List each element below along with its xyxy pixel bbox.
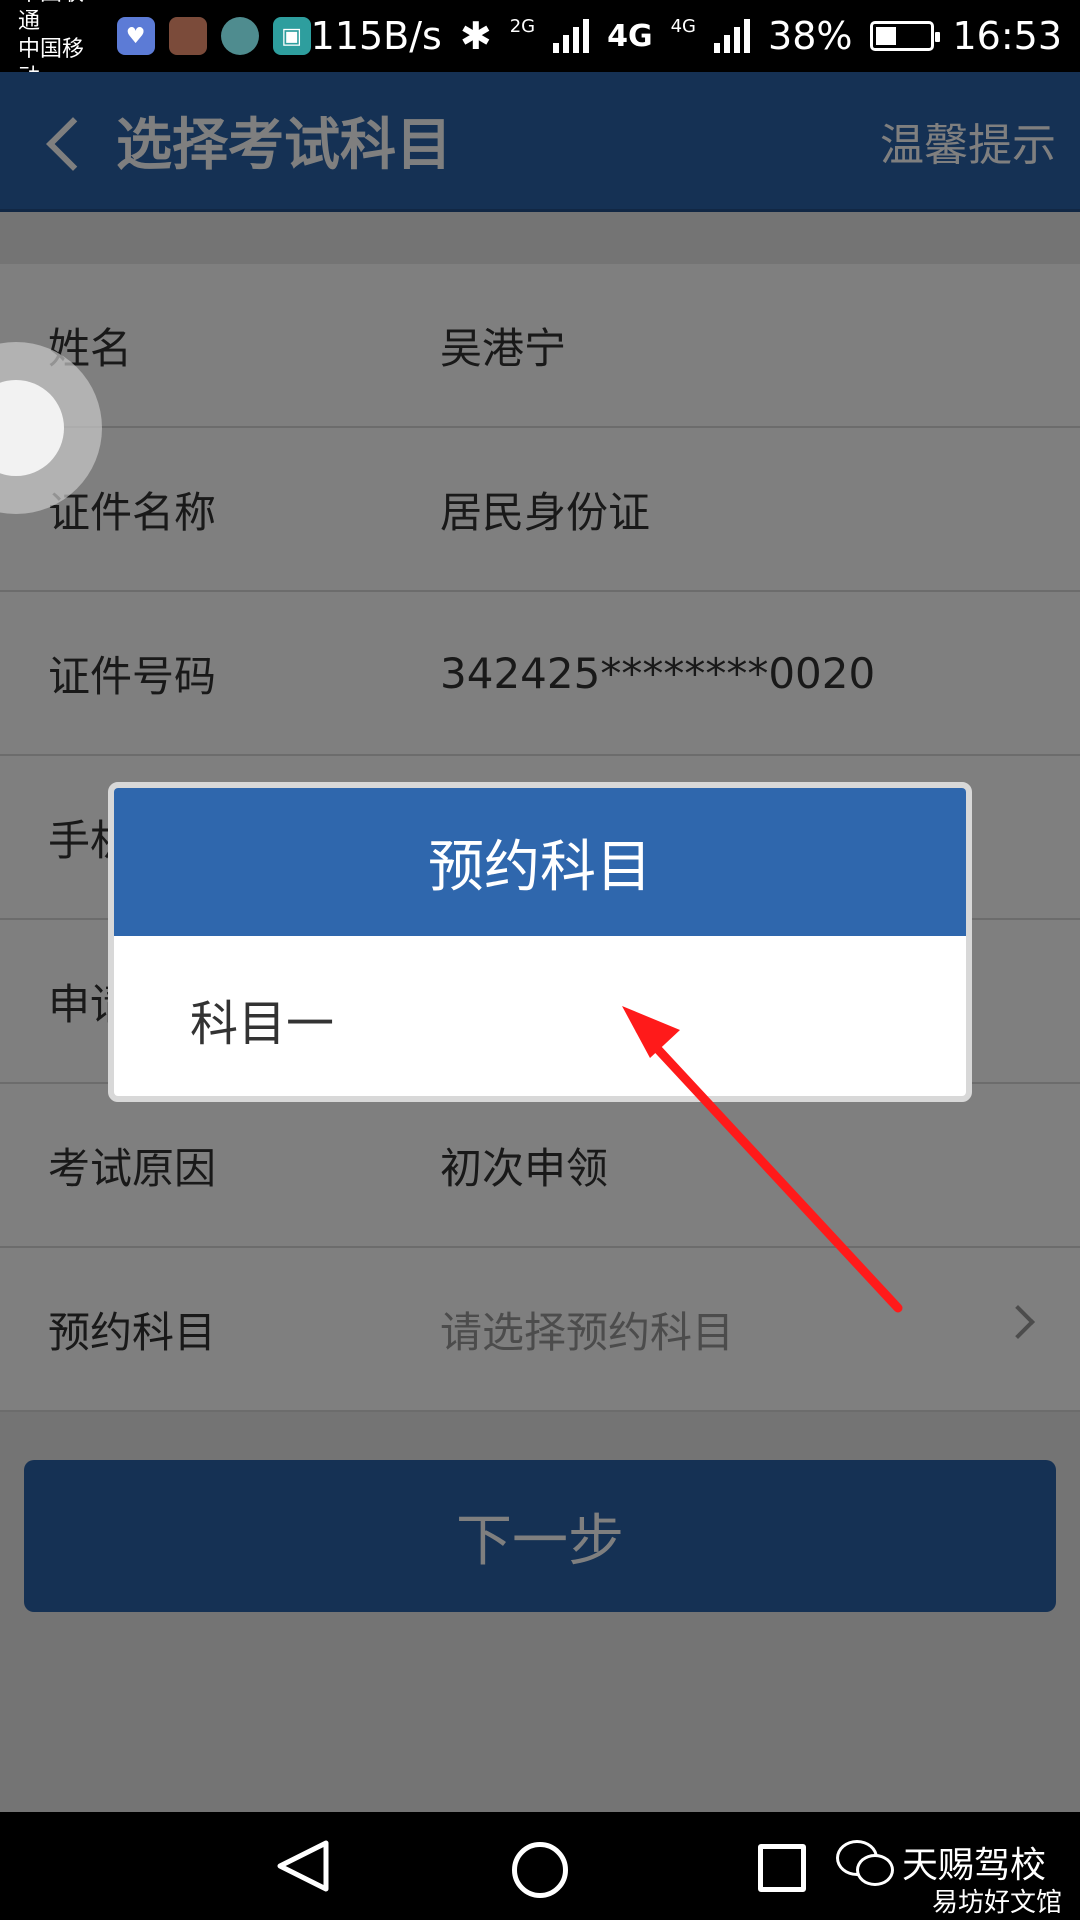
battery-percent: 38% bbox=[768, 14, 853, 58]
notification-icons: ♥ ▣ bbox=[116, 17, 311, 55]
assist-inner-icon bbox=[0, 380, 64, 476]
battery-fill bbox=[876, 27, 897, 45]
contact-avatar-icon bbox=[168, 17, 207, 55]
net-speed: 115B/s bbox=[310, 14, 442, 58]
watermark-sub: 易坊好文馆 bbox=[932, 1888, 1063, 1918]
carrier-1: 中国联通 bbox=[18, 0, 84, 34]
nav-recents-icon[interactable] bbox=[758, 1844, 806, 1892]
net-4g-label-a: 4G bbox=[607, 18, 653, 54]
watermark: 天赐驾校 易坊好文馆 bbox=[836, 1836, 1062, 1919]
watermark-name: 天赐驾校 bbox=[902, 1845, 1047, 1886]
health-app-icon: ♥ bbox=[116, 17, 155, 55]
nav-home-icon[interactable] bbox=[512, 1842, 568, 1898]
dialog-option-subject-1[interactable]: 科目一 bbox=[114, 936, 966, 1096]
status-indicators: 115B/s ✱ 2G 4G 4G 38% 16:53 bbox=[311, 14, 1062, 58]
screen: 中国联通 中国移动 ♥ ▣ 115B/s ✱ 2G 4G 4G 38% 16:5… bbox=[0, 0, 1080, 1920]
subject-dialog: 预约科目 科目一 bbox=[108, 782, 972, 1102]
app-avatar-icon bbox=[220, 17, 259, 55]
dialog-title: 预约科目 bbox=[114, 788, 966, 936]
signal-icon bbox=[714, 19, 751, 53]
gallery-app-icon: ▣ bbox=[272, 17, 311, 55]
battery-icon bbox=[870, 21, 941, 51]
net-2g-label: 2G bbox=[509, 15, 536, 37]
bluetooth-icon: ✱ bbox=[459, 14, 492, 58]
clock: 16:53 bbox=[952, 14, 1062, 58]
signal-icon bbox=[553, 19, 590, 53]
nav-back-icon[interactable] bbox=[274, 1840, 330, 1892]
wechat-icon bbox=[836, 1840, 894, 1886]
status-bar: 中国联通 中国移动 ♥ ▣ 115B/s ✱ 2G 4G 4G 38% 16:5… bbox=[0, 0, 1080, 90]
net-4g-label-b: 4G bbox=[670, 15, 697, 37]
